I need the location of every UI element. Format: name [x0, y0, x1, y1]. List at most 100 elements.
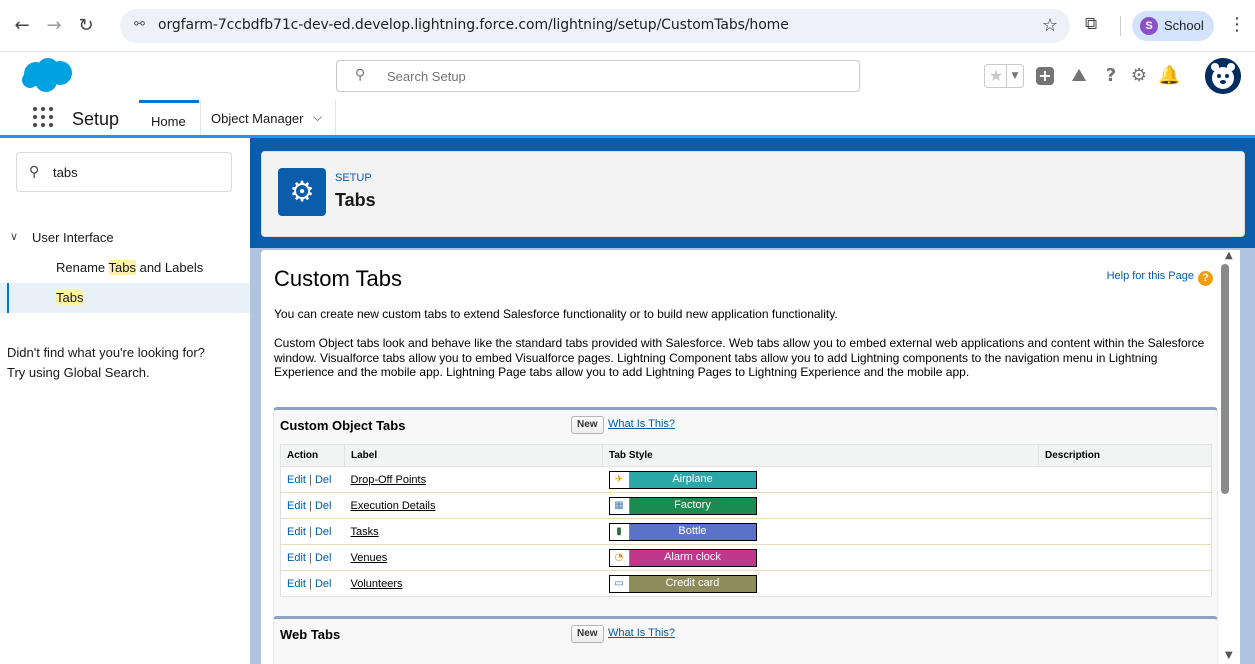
- scroll-down-icon[interactable]: ▼: [1225, 650, 1233, 661]
- tab-style-cell: ▭ Credit card: [603, 571, 1039, 597]
- action-separator: |: [309, 525, 312, 538]
- action-separator: |: [309, 473, 312, 486]
- action-separator: |: [309, 499, 312, 512]
- tab-style-swatch: ▦ Factory: [608, 496, 757, 515]
- tab-label-link[interactable]: Drop-Off Points: [351, 474, 427, 486]
- edit-link[interactable]: Edit: [287, 526, 306, 538]
- notifications-bell-icon[interactable]: 🔔: [1158, 64, 1180, 88]
- tab-home[interactable]: Home: [139, 100, 199, 135]
- delete-link[interactable]: Del: [315, 578, 332, 590]
- delete-link[interactable]: Del: [315, 500, 332, 512]
- global-header: ⚲ Search Setup ★ ▼ + ⛰ ? ⚙ 🔔: [0, 52, 1255, 100]
- back-icon[interactable]: ←: [10, 14, 34, 38]
- new-custom-object-tab-button[interactable]: New: [571, 416, 604, 434]
- tab-label-link[interactable]: Tasks: [351, 526, 379, 538]
- salesforce-cloud-logo[interactable]: [20, 56, 76, 94]
- global-search-hint: Didn't find what you're looking for? Try…: [7, 345, 205, 380]
- setup-search-input[interactable]: ⚲ Search Setup: [336, 60, 860, 92]
- alarm-clock-icon: ◔: [609, 549, 630, 566]
- tab-style-name: Factory: [629, 497, 756, 514]
- edit-link[interactable]: Edit: [287, 578, 306, 590]
- tab-label-link[interactable]: Execution Details: [351, 500, 436, 512]
- factory-icon: ▦: [609, 497, 630, 514]
- block-title: Custom Object Tabs: [280, 418, 406, 433]
- app-launcher-icon[interactable]: [33, 107, 55, 129]
- edit-link[interactable]: Edit: [287, 500, 306, 512]
- scroll-up-icon[interactable]: ▲: [1225, 250, 1233, 261]
- what-is-this-link[interactable]: What Is This?: [608, 627, 675, 639]
- tab-object-manager-label: Object Manager: [211, 111, 304, 126]
- tab-style-swatch: ▭ Credit card: [608, 574, 757, 593]
- help-for-page-link[interactable]: Help for this Page?: [1107, 270, 1213, 286]
- search-placeholder: Search Setup: [387, 69, 466, 84]
- setup-gear-icon[interactable]: ⚙: [1128, 64, 1150, 88]
- tab-style-swatch: ◔ Alarm clock: [608, 548, 757, 567]
- tab-object-manager[interactable]: Object Manager ⌵: [200, 100, 336, 135]
- tree-item-tabs[interactable]: Tabs: [0, 283, 250, 313]
- bookmark-star-icon[interactable]: ☆: [1042, 15, 1058, 36]
- user-avatar[interactable]: [1205, 58, 1241, 94]
- forward-icon[interactable]: →: [42, 14, 66, 38]
- description-text: Custom Object tabs look and behave like …: [274, 336, 1205, 379]
- delete-link[interactable]: Del: [315, 552, 332, 564]
- profile-button[interactable]: S School: [1132, 11, 1214, 41]
- browser-toolbar: ← → ↻ ⚯ orgfarm-7ccbdfb71c-dev-ed.develo…: [0, 0, 1255, 52]
- edit-link[interactable]: Edit: [287, 552, 306, 564]
- profile-name: School: [1164, 18, 1204, 33]
- reload-icon[interactable]: ↻: [74, 14, 98, 38]
- browser-menu-icon[interactable]: ⋮: [1228, 14, 1246, 35]
- quick-find-input[interactable]: ⚲ tabs: [16, 152, 232, 192]
- description-cell: [1038, 492, 1212, 519]
- column-header: Action: [280, 444, 345, 467]
- help-icon[interactable]: ?: [1100, 64, 1122, 88]
- column-header: Label: [344, 444, 603, 467]
- description-cell: [1038, 518, 1212, 545]
- block-title: Web Tabs: [280, 627, 341, 642]
- label-cell: Execution Details: [344, 492, 603, 519]
- trailhead-icon[interactable]: ⛰: [1068, 64, 1090, 88]
- delete-link[interactable]: Del: [315, 526, 332, 538]
- tab-style-cell: ✈ Airplane: [602, 466, 1039, 493]
- favorites-dropdown-icon[interactable]: ▼: [1006, 65, 1023, 87]
- what-is-this-link[interactable]: What Is This?: [608, 418, 675, 430]
- tree-item-rename-tabs-and-labels[interactable]: Rename Tabs and Labels: [0, 253, 250, 283]
- favorite-star-icon[interactable]: ★: [986, 66, 1006, 86]
- action-separator: |: [309, 577, 312, 590]
- tab-style-name: Bottle: [629, 523, 756, 540]
- extensions-icon[interactable]: ⧉: [1085, 14, 1107, 36]
- favorites-group[interactable]: ★ ▼: [984, 64, 1024, 88]
- edit-link[interactable]: Edit: [287, 474, 306, 486]
- tree-node-user-interface[interactable]: ∨ User Interface: [0, 228, 250, 250]
- content-scrollbar[interactable]: ▲ ▼: [1218, 250, 1240, 664]
- label-cell: Volunteers: [345, 571, 603, 597]
- tab-style-name: Credit card: [629, 575, 756, 592]
- search-icon: ⚲: [355, 67, 366, 83]
- quick-find-value: tabs: [53, 165, 78, 180]
- description-cell: [1039, 571, 1212, 597]
- tab-label-link[interactable]: Volunteers: [351, 578, 403, 590]
- new-web-tab-button[interactable]: New: [571, 625, 604, 643]
- tree-item-label[interactable]: Rename Tabs and Labels: [56, 260, 203, 275]
- site-settings-icon[interactable]: ⚯: [134, 17, 145, 32]
- app-navigation: Setup Home Object Manager ⌵: [0, 100, 1255, 138]
- tab-style-name: Airplane: [629, 471, 756, 488]
- tab-style-cell: ▮ Bottle: [602, 518, 1039, 545]
- custom-object-tabs-table: Action Label Tab Style Description Edit …: [280, 444, 1212, 597]
- label-cell: Tasks: [344, 518, 603, 545]
- column-header: Description: [1038, 444, 1212, 467]
- app-name: Setup: [72, 109, 120, 129]
- tree-item-label[interactable]: Tabs: [56, 290, 84, 305]
- help-question-icon[interactable]: ?: [1198, 271, 1213, 286]
- global-actions-icon[interactable]: +: [1036, 64, 1058, 88]
- scroll-thumb[interactable]: [1221, 264, 1229, 494]
- action-cell: Edit | Del: [281, 571, 345, 597]
- web-tabs-block: Web Tabs New What Is This?: [273, 616, 1218, 664]
- search-icon: ⚲: [29, 164, 40, 180]
- tab-label-link[interactable]: Venues: [351, 552, 388, 564]
- tab-style-name: Alarm clock: [629, 549, 756, 566]
- action-cell: Edit | Del: [280, 492, 345, 519]
- chevron-down-icon[interactable]: ∨: [10, 230, 18, 243]
- chevron-down-icon[interactable]: ⌵: [313, 110, 322, 125]
- delete-link[interactable]: Del: [315, 474, 332, 486]
- address-bar[interactable]: ⚯ orgfarm-7ccbdfb71c-dev-ed.develop.ligh…: [120, 9, 1070, 43]
